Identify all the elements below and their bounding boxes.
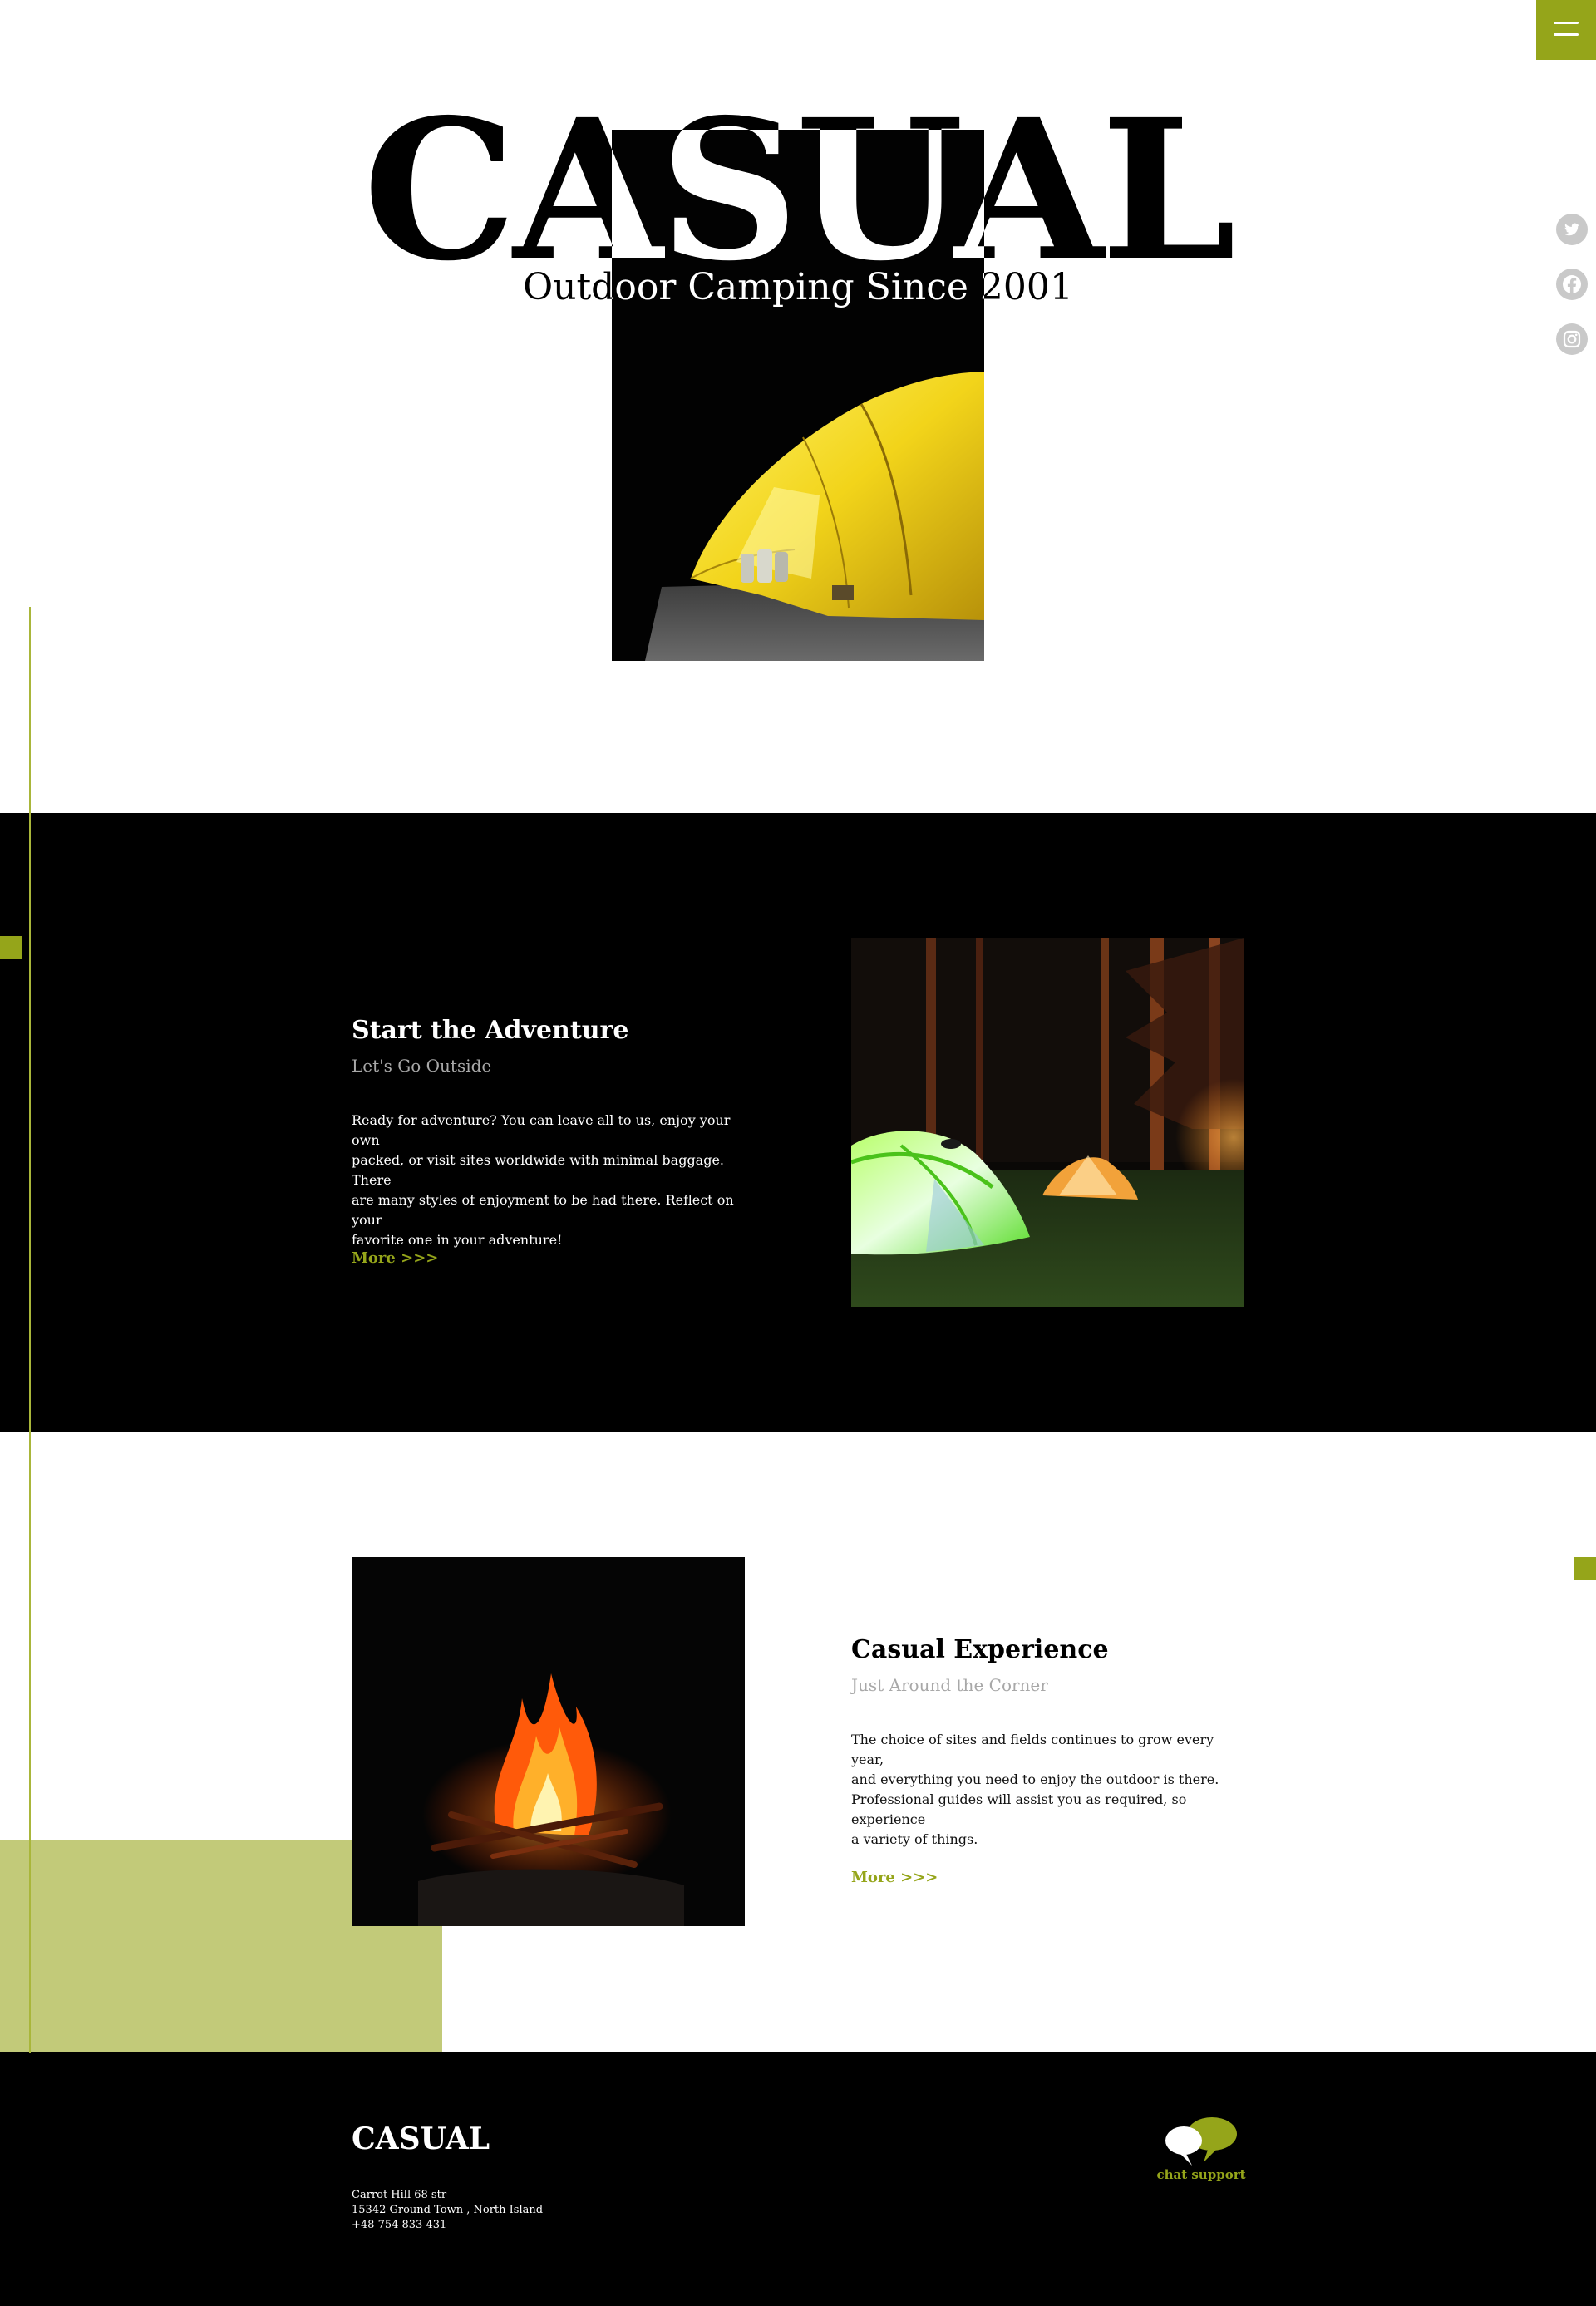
footer-phone: +48 754 833 431 <box>352 2219 447 2231</box>
footer <box>0 2052 1596 2306</box>
adventure-title: Start the Adventure <box>352 1016 629 1045</box>
adventure-body: Ready for adventure? You can leave all t… <box>352 1112 734 1248</box>
instagram-link[interactable] <box>1556 323 1588 355</box>
experience-more-link[interactable]: More >>> <box>851 1869 938 1886</box>
instagram-icon <box>1563 330 1581 348</box>
footer-address-line: 15342 Ground Town , North Island <box>352 2204 544 2216</box>
hero-subtitle: Outdoor Camping Since 2001 Outdoor Campi… <box>0 258 1596 316</box>
chat-support-button[interactable]: chat support <box>1155 2116 1247 2190</box>
chat-bubbles-icon <box>1165 2117 1237 2166</box>
adventure-subtitle: Let's Go Outside <box>352 1056 492 1076</box>
chat-support-label: chat support <box>1156 2167 1246 2182</box>
experience-title: Casual Experience <box>851 1635 1109 1664</box>
hero-title: CASUAL CASUAL <box>0 83 1596 283</box>
campfire-photo <box>352 1557 745 1926</box>
experience-body: The choice of sites and fields continues… <box>851 1732 1219 1847</box>
section-marker <box>1574 1557 1596 1580</box>
adventure-more-link[interactable]: More >>> <box>352 1249 438 1267</box>
decorative-line <box>29 607 31 2053</box>
hamburger-menu-icon <box>1554 22 1579 24</box>
section-marker <box>0 936 22 959</box>
forest-tents-photo <box>851 938 1244 1307</box>
adventure-section <box>0 813 1596 1432</box>
footer-logo[interactable]: CASUAL <box>352 2121 490 2156</box>
experience-subtitle: Just Around the Corner <box>851 1675 1048 1695</box>
footer-address-line: Carrot Hill 68 str <box>352 2189 447 2201</box>
menu-button[interactable] <box>1536 0 1596 60</box>
